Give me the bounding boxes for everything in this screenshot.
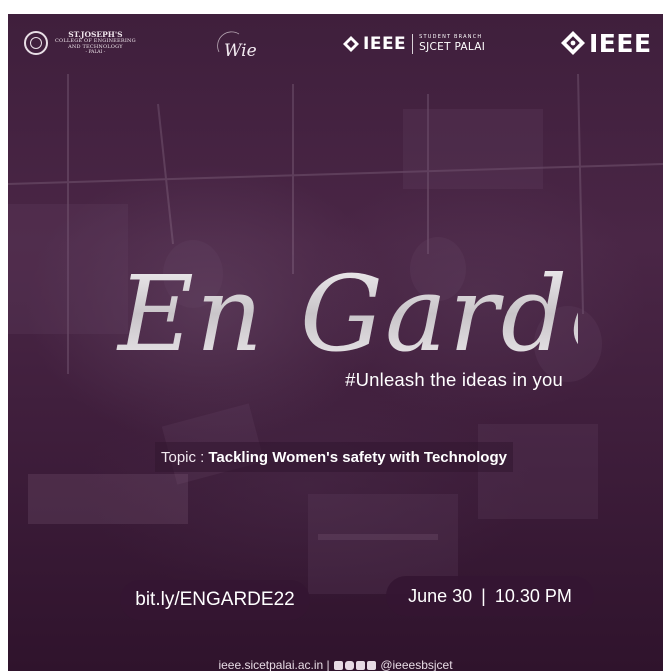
footer-separator: |: [326, 658, 330, 671]
event-date: June 30: [408, 585, 473, 606]
ieee-diamond-icon: [343, 36, 359, 52]
student-branch-ieee-text: IEEE: [363, 34, 407, 54]
footer-social-handle: @ieeesbsjcet: [380, 658, 453, 671]
student-branch-label: STUDENT BRANCH: [419, 34, 483, 41]
topic-text: Tackling Women's safety with Technology: [208, 448, 507, 466]
logo-row: ST.JOSEPH'S COLLEGE OF ENGINEERING AND T…: [8, 14, 663, 72]
ieee-logo: IEEE: [561, 28, 652, 58]
topic-label: Topic :: [161, 448, 205, 466]
wie-logo: Wie: [217, 31, 257, 61]
instagram-icon[interactable]: [344, 661, 354, 670]
facebook-icon[interactable]: [333, 661, 343, 670]
college-logo: ST.JOSEPH'S COLLEGE OF ENGINEERING AND T…: [24, 28, 144, 58]
youtube-icon[interactable]: [355, 661, 365, 670]
footer-website[interactable]: ieee.sicetpalai.ac.in: [218, 658, 323, 671]
event-time: 10.30 PM: [494, 585, 572, 606]
ieee-logo-text: IEEE: [589, 28, 652, 58]
event-poster: ST.JOSEPH'S COLLEGE OF ENGINEERING AND T…: [8, 14, 663, 671]
date-separator: |: [481, 585, 486, 606]
linkedin-icon[interactable]: [366, 661, 376, 670]
event-tagline: #Unleash the ideas in you: [345, 369, 563, 390]
student-branch-name: SJCET PALAI: [419, 41, 486, 54]
ieee-student-branch-logo: IEEE STUDENT BRANCH SJCET PALAI: [343, 31, 485, 57]
event-title: En Garde: [116, 253, 578, 375]
date-time-pill: June 30 | 10.30 PM: [386, 576, 594, 616]
college-place: - PALAI -: [85, 50, 106, 55]
topic-banner: Topic : Tackling Women's safety with Tec…: [155, 442, 513, 472]
registration-link[interactable]: bit.ly/ENGARDE22: [120, 580, 310, 620]
college-name-line1: ST.JOSEPH'S: [68, 29, 123, 39]
footer: ieee.sicetpalai.ac.in | @ieeesbsjcet: [8, 658, 663, 671]
college-seal-icon: [24, 31, 48, 55]
event-title-text: En Garde: [116, 253, 578, 375]
wie-logo-text: Wie: [224, 41, 257, 61]
ieee-diamond-icon: [561, 31, 585, 55]
